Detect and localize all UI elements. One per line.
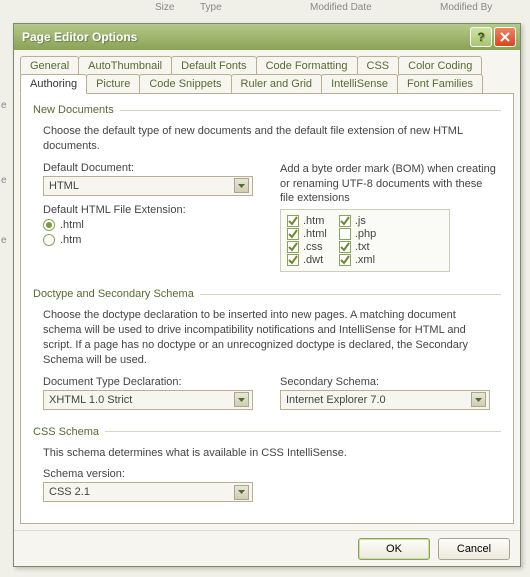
- help-button[interactable]: ?: [470, 27, 492, 47]
- default-document-label: Default Document:: [43, 162, 260, 174]
- tab-general[interactable]: General: [20, 56, 79, 75]
- doctype-desc: Choose the doctype declaration to be ins…: [43, 308, 497, 367]
- dialog-title: Page Editor Options: [22, 30, 468, 44]
- tab-font-families[interactable]: Font Families: [397, 74, 483, 93]
- cb-js-row[interactable]: .js: [339, 215, 376, 227]
- new-documents-title: New Documents: [33, 104, 501, 118]
- doctype-section: Doctype and Secondary Schema Choose the …: [33, 288, 501, 409]
- cb-txt[interactable]: [339, 241, 351, 253]
- cancel-button[interactable]: Cancel: [438, 538, 510, 560]
- schema-version-value: CSS 2.1: [49, 486, 90, 498]
- sec-schema-select[interactable]: Internet Explorer 7.0: [280, 390, 490, 410]
- dialog-footer: OK Cancel: [14, 530, 520, 566]
- titlebar: Page Editor Options ?: [14, 24, 520, 50]
- cb-css[interactable]: [287, 241, 299, 253]
- default-document-value: HTML: [49, 180, 79, 192]
- radio-htm-row[interactable]: .htm: [43, 234, 260, 246]
- cb-xml-row[interactable]: .xml: [339, 254, 376, 266]
- cb-html[interactable]: [287, 228, 299, 240]
- radio-html[interactable]: [43, 219, 55, 231]
- tab-authoring[interactable]: Authoring: [20, 74, 87, 94]
- cb-dwt-row[interactable]: .dwt: [287, 254, 327, 266]
- schema-version-select[interactable]: CSS 2.1: [43, 482, 253, 502]
- dtd-value: XHTML 1.0 Strict: [49, 394, 132, 406]
- cb-css-row[interactable]: .css: [287, 241, 327, 253]
- new-documents-desc: Choose the default type of new documents…: [43, 124, 497, 154]
- close-button[interactable]: [494, 27, 516, 47]
- cb-htm-row[interactable]: .htm: [287, 215, 327, 227]
- bom-col-left: .htm .html .css .dwt: [287, 214, 327, 267]
- schema-version-label: Schema version:: [43, 468, 497, 480]
- tab-autothumbnail[interactable]: AutoThumbnail: [78, 56, 172, 75]
- css-schema-section: CSS Schema This schema determines what i…: [33, 426, 501, 503]
- cb-php[interactable]: [339, 228, 351, 240]
- sec-schema-value: Internet Explorer 7.0: [286, 394, 386, 406]
- dropdown-icon: [471, 392, 486, 407]
- tabs-row-1: General AutoThumbnail Default Fonts Code…: [20, 56, 514, 75]
- dropdown-icon: [234, 392, 249, 407]
- bom-extensions-box: .htm .html .css .dwt .js .php .txt .xml: [280, 209, 450, 272]
- cb-dwt[interactable]: [287, 254, 299, 266]
- tab-color-coding[interactable]: Color Coding: [398, 56, 482, 75]
- default-ext-label: Default HTML File Extension:: [43, 204, 260, 216]
- tab-ruler-and-grid[interactable]: Ruler and Grid: [231, 74, 323, 93]
- css-schema-desc: This schema determines what is available…: [43, 446, 497, 461]
- cb-txt-row[interactable]: .txt: [339, 241, 376, 253]
- dropdown-icon: [234, 485, 249, 500]
- radio-html-row[interactable]: .html: [43, 219, 260, 231]
- tab-picture[interactable]: Picture: [86, 74, 140, 93]
- bom-label: Add a byte order mark (BOM) when creatin…: [280, 162, 497, 207]
- dtd-select[interactable]: XHTML 1.0 Strict: [43, 390, 253, 410]
- page-editor-options-dialog: Page Editor Options ? General AutoThumbn…: [13, 23, 521, 567]
- tab-intellisense[interactable]: IntelliSense: [321, 74, 398, 93]
- authoring-panel: New Documents Choose the default type of…: [20, 93, 514, 524]
- sec-schema-label: Secondary Schema:: [280, 376, 497, 388]
- tab-code-formatting[interactable]: Code Formatting: [256, 56, 358, 75]
- new-documents-section: New Documents Choose the default type of…: [33, 104, 501, 272]
- dropdown-icon: [234, 178, 249, 193]
- cb-htm[interactable]: [287, 215, 299, 227]
- default-document-select[interactable]: HTML: [43, 176, 253, 196]
- cb-php-row[interactable]: .php: [339, 228, 376, 240]
- doctype-title: Doctype and Secondary Schema: [33, 288, 501, 302]
- dtd-label: Document Type Declaration:: [43, 376, 260, 388]
- cb-xml[interactable]: [339, 254, 351, 266]
- tab-default-fonts[interactable]: Default Fonts: [171, 56, 256, 75]
- tab-css[interactable]: CSS: [357, 56, 400, 75]
- tab-area: General AutoThumbnail Default Fonts Code…: [14, 50, 520, 93]
- ok-button[interactable]: OK: [358, 538, 430, 560]
- radio-htm[interactable]: [43, 234, 55, 246]
- cb-html-row[interactable]: .html: [287, 228, 327, 240]
- cb-js[interactable]: [339, 215, 351, 227]
- bom-col-right: .js .php .txt .xml: [339, 214, 376, 267]
- tabs-row-2: Authoring Picture Code Snippets Ruler an…: [20, 74, 514, 93]
- background-column-headers: Size Type Modified Date Modified By: [0, 2, 530, 20]
- tab-code-snippets[interactable]: Code Snippets: [139, 74, 231, 93]
- css-schema-title: CSS Schema: [33, 426, 501, 440]
